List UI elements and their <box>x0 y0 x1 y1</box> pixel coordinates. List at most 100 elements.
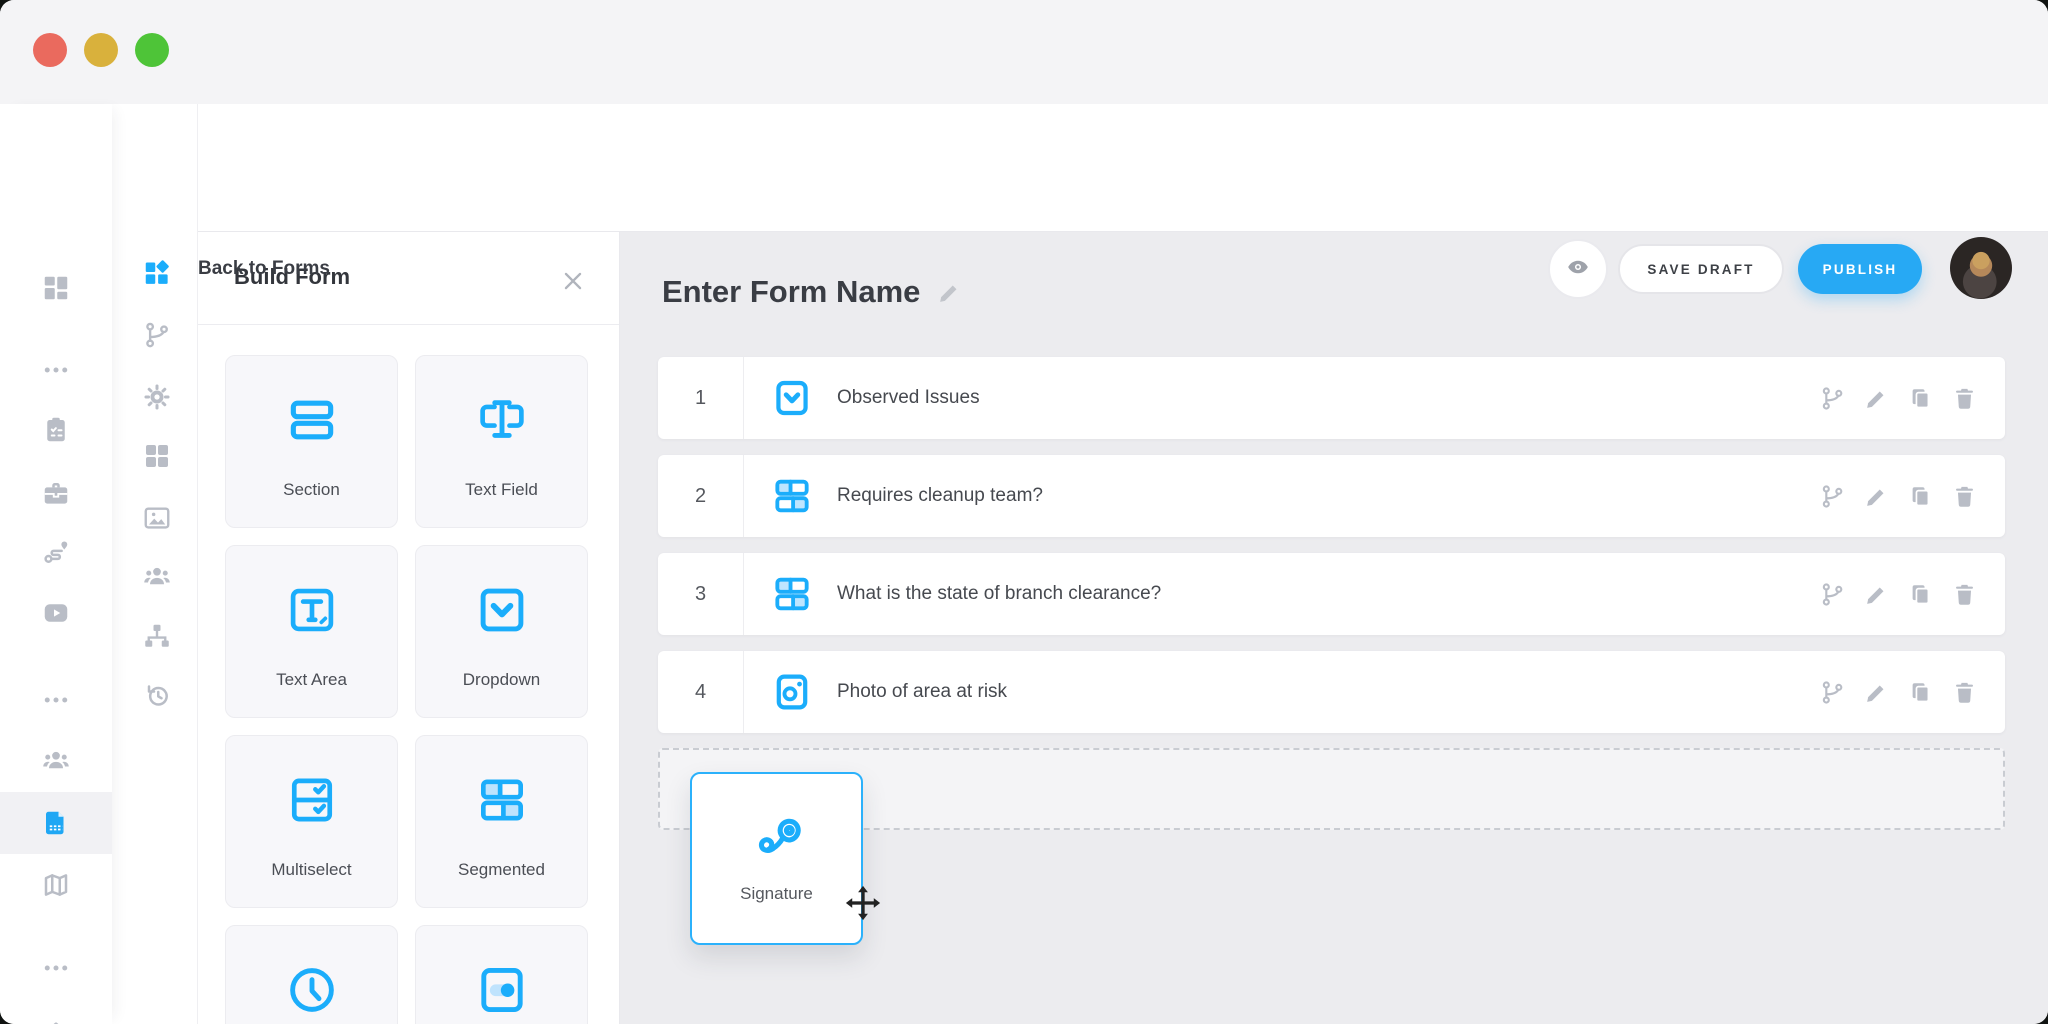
users-icon[interactable] <box>140 559 174 593</box>
text-area-icon <box>226 582 397 638</box>
component-label: Text Field <box>465 480 538 499</box>
ellipsis-icon[interactable] <box>38 682 74 718</box>
minimize-window-button[interactable] <box>84 33 118 67</box>
duplicate-copy-icon[interactable] <box>1907 483 1934 510</box>
form-field-row[interactable]: 2 Requires cleanup team? <box>658 455 2005 537</box>
dropdown-icon <box>416 582 587 638</box>
map-icon[interactable] <box>38 867 74 903</box>
grid-icon[interactable] <box>140 439 174 473</box>
segmented-field-icon <box>770 572 814 616</box>
field-actions <box>1819 483 2005 510</box>
build-form-panel: Build Form Section Text Field Text Area … <box>198 232 620 1024</box>
duplicate-copy-icon[interactable] <box>1907 679 1934 706</box>
duplicate-copy-icon[interactable] <box>1907 385 1934 412</box>
logic-branch-icon[interactable] <box>1819 581 1846 608</box>
delete-trash-icon[interactable] <box>1951 483 1978 510</box>
field-actions <box>1819 385 2005 412</box>
edit-pencil-icon[interactable] <box>1863 483 1890 510</box>
pencil-icon[interactable] <box>936 279 963 306</box>
home-icon[interactable] <box>38 1002 74 1024</box>
user-avatar[interactable] <box>1950 237 2012 299</box>
app-window: Back to Forms SAVE DRAFT PUBLISH Build F… <box>0 0 2048 1024</box>
dragged-signature-card[interactable]: Signature <box>690 772 863 945</box>
palette-component-card[interactable]: Segmented <box>415 735 588 908</box>
app-sidebar <box>0 104 112 1024</box>
logic-branch-icon[interactable] <box>1819 679 1846 706</box>
delete-trash-icon[interactable] <box>1951 385 1978 412</box>
segmented-icon <box>416 772 587 828</box>
component-label: Text Area <box>276 670 347 689</box>
field-number: 3 <box>658 553 744 635</box>
component-label: Segmented <box>458 860 545 879</box>
preview-button[interactable] <box>1548 239 1608 299</box>
back-to-forms-link[interactable]: Back to Forms <box>198 258 330 280</box>
form-title-wrap: Enter Form Name <box>662 274 963 310</box>
delete-trash-icon[interactable] <box>1951 581 1978 608</box>
palette-component-card[interactable]: Section <box>225 355 398 528</box>
text-field-icon <box>416 392 587 448</box>
photo-field-icon <box>770 670 814 714</box>
field-actions <box>1819 581 2005 608</box>
palette-component-card[interactable]: Dropdown <box>415 545 588 718</box>
ellipsis-icon[interactable] <box>38 950 74 986</box>
component-label: Section <box>283 480 340 499</box>
route-icon[interactable] <box>38 534 74 570</box>
section-icon <box>226 392 397 448</box>
builder-tool-strip <box>112 104 198 1024</box>
move-cursor-icon <box>844 884 882 922</box>
field-number: 4 <box>658 651 744 733</box>
ellipsis-icon[interactable] <box>38 352 74 388</box>
dashboard-icon[interactable] <box>38 270 74 306</box>
form-name-title[interactable]: Enter Form Name <box>662 274 920 310</box>
field-number: 2 <box>658 455 744 537</box>
field-label: Observed Issues <box>837 387 980 408</box>
toggle-icon <box>416 962 587 1018</box>
edit-pencil-icon[interactable] <box>1863 581 1890 608</box>
save-draft-button[interactable]: SAVE DRAFT <box>1618 244 1784 294</box>
zoom-window-button[interactable] <box>135 33 169 67</box>
widgets-icon[interactable] <box>140 256 174 290</box>
edit-pencil-icon[interactable] <box>1863 385 1890 412</box>
palette-component-card[interactable] <box>415 925 588 1024</box>
field-label: Requires cleanup team? <box>837 485 1043 506</box>
forms-doc-icon[interactable] <box>38 805 74 841</box>
top-header: Back to Forms SAVE DRAFT PUBLISH <box>0 104 2048 299</box>
logic-branch-icon[interactable] <box>1819 483 1846 510</box>
multiselect-icon <box>226 772 397 828</box>
branch-icon[interactable] <box>140 318 174 352</box>
team-icon[interactable] <box>38 742 74 778</box>
window-titlebar <box>0 0 2048 104</box>
form-canvas: Enter Form Name 1 Observed Issues 2 Requ… <box>620 232 2048 1024</box>
edit-pencil-icon[interactable] <box>1863 679 1890 706</box>
segmented-field-icon <box>770 474 814 518</box>
duplicate-copy-icon[interactable] <box>1907 581 1934 608</box>
palette-component-card[interactable] <box>225 925 398 1024</box>
form-field-row[interactable]: 4 Photo of area at risk <box>658 651 2005 733</box>
field-actions <box>1819 679 2005 706</box>
component-label: Multiselect <box>271 860 352 879</box>
close-window-button[interactable] <box>33 33 67 67</box>
history-icon[interactable] <box>140 678 174 712</box>
delete-trash-icon[interactable] <box>1951 679 1978 706</box>
image-icon[interactable] <box>140 501 174 535</box>
eye-icon <box>1564 253 1592 286</box>
publish-button[interactable]: PUBLISH <box>1798 244 1922 294</box>
drag-card-label: Signature <box>740 884 813 903</box>
dropdown-field-icon <box>770 376 814 420</box>
briefcase-icon[interactable] <box>38 475 74 511</box>
gear-icon[interactable] <box>140 380 174 414</box>
component-palette: Section Text Field Text Area Dropdown Mu… <box>225 355 588 1024</box>
sitemap-icon[interactable] <box>140 619 174 653</box>
field-label: Photo of area at risk <box>837 681 1008 702</box>
palette-component-card[interactable]: Text Area <box>225 545 398 718</box>
palette-component-card[interactable]: Text Field <box>415 355 588 528</box>
close-icon[interactable] <box>560 268 586 294</box>
logic-branch-icon[interactable] <box>1819 385 1846 412</box>
form-field-row[interactable]: 3 What is the state of branch clearance? <box>658 553 2005 635</box>
clipboard-icon[interactable] <box>38 412 74 448</box>
palette-component-card[interactable]: Multiselect <box>225 735 398 908</box>
signature-icon <box>692 808 861 866</box>
video-icon[interactable] <box>38 595 74 631</box>
form-field-row[interactable]: 1 Observed Issues <box>658 357 2005 439</box>
field-label: What is the state of branch clearance? <box>837 583 1162 604</box>
